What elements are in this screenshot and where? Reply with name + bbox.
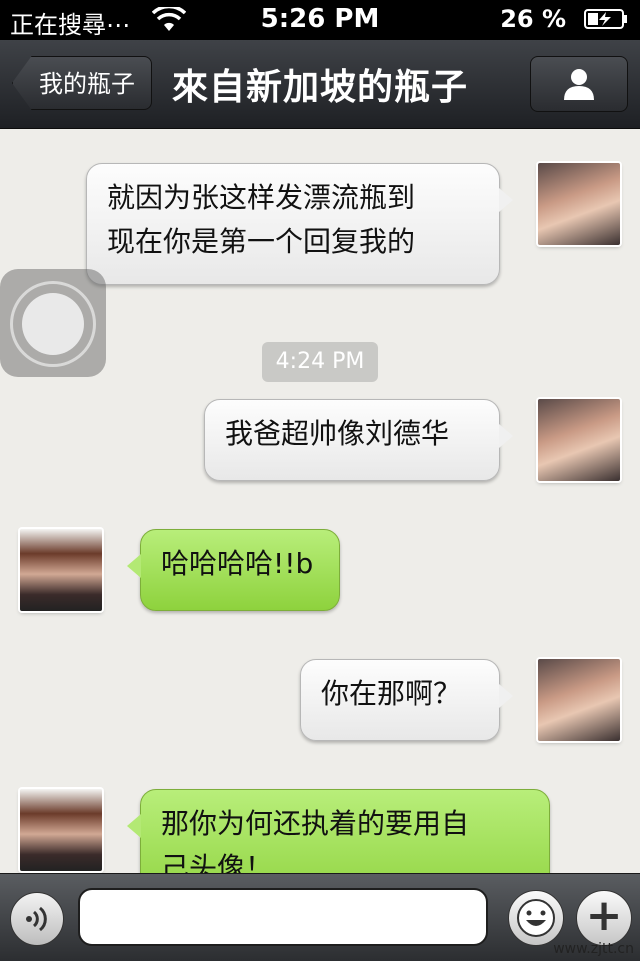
assistive-center-icon <box>22 293 84 355</box>
message-bubble-sent[interactable]: 就因为张这样发漂流瓶到 现在你是第一个回复我的 <box>86 163 513 285</box>
message-bubble-received[interactable]: 哈哈哈哈!!b <box>127 529 340 611</box>
my-avatar[interactable] <box>538 399 620 481</box>
input-bar: + www.zjtt.cn <box>0 873 640 961</box>
navigation-bar: 我的瓶子 來自新加坡的瓶子 <box>0 40 640 129</box>
emoji-button[interactable] <box>508 890 564 946</box>
message-text-line: 就因为张这样发漂流瓶到 <box>107 181 416 214</box>
status-bar: 正在搜尋⋯ 5:26 PM 26 % <box>0 0 640 40</box>
message-bubble-sent[interactable]: 我爸超帅像刘德华 <box>204 399 513 481</box>
more-button[interactable]: + <box>576 890 632 946</box>
message-bubble-received[interactable]: 那你为何还执着的要用自 己头像！ <box>127 789 550 873</box>
message-input[interactable] <box>78 888 488 946</box>
battery-percent: 26 % <box>500 5 566 33</box>
my-avatar[interactable] <box>538 163 620 245</box>
assistive-touch-button[interactable] <box>0 269 106 377</box>
chat-area[interactable]: 就因为张这样发漂流瓶到 现在你是第一个回复我的 4:24 PM 我爸超帅像刘德华… <box>0 129 640 873</box>
sender-avatar[interactable] <box>20 789 102 871</box>
message-text-line: 那你为何还执着的要用自 <box>161 807 470 840</box>
message-text: 哈哈哈哈!!b <box>161 547 314 580</box>
person-icon <box>564 69 594 100</box>
message-text-line: 己头像！ <box>161 851 274 873</box>
battery-charging-icon <box>584 9 627 29</box>
my-avatar[interactable] <box>538 659 620 741</box>
watermark: www.zjtt.cn <box>553 941 634 957</box>
message-text: 你在那啊？ <box>321 677 462 710</box>
profile-button[interactable] <box>530 56 628 112</box>
message-timestamp: 4:24 PM <box>262 342 378 382</box>
smiley-icon <box>517 899 555 937</box>
voice-icon <box>26 906 47 932</box>
message-text: 我爸超帅像刘德华 <box>225 417 450 450</box>
voice-button[interactable] <box>10 892 64 946</box>
message-text-line: 现在你是第一个回复我的 <box>107 225 416 258</box>
message-bubble-sent[interactable]: 你在那啊？ <box>300 659 513 741</box>
sender-avatar[interactable] <box>20 529 102 611</box>
